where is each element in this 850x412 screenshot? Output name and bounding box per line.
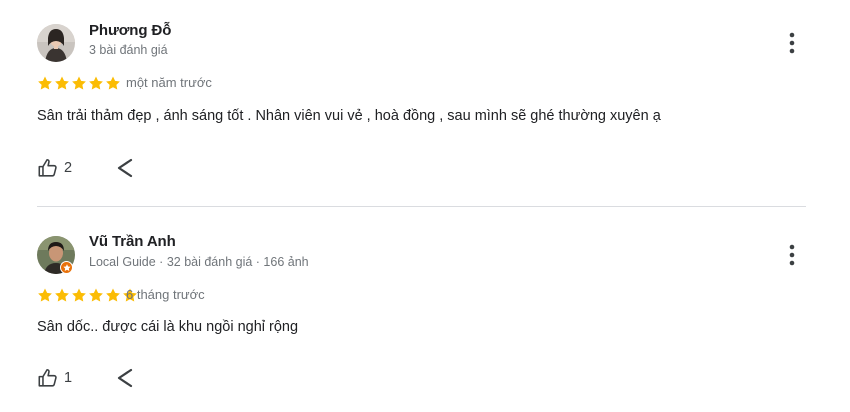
star-icon [72, 76, 86, 90]
star-icon [89, 288, 103, 302]
share-icon [117, 158, 133, 178]
review-card: Phương Đỗ 3 bài đánh giá một năm trước S… [0, 0, 850, 206]
like-count: 1 [64, 370, 73, 386]
star-icon [55, 288, 69, 302]
like-button[interactable]: 1 [37, 367, 72, 389]
like-count: 2 [64, 160, 73, 176]
local-guide-badge-icon [60, 261, 73, 274]
review-text: Sân dốc.. được cái là khu ngồi nghỉ rộng [37, 319, 299, 335]
review-card: Vũ Trần Anh Local Guide · 32 bài đánh gi… [0, 207, 850, 412]
star-icon [89, 76, 103, 90]
more-options-button[interactable] [782, 30, 802, 56]
thumb-up-icon [38, 368, 57, 387]
reviewer-meta: 3 bài đánh giá [89, 43, 168, 57]
share-icon [117, 368, 133, 388]
like-button[interactable]: 2 [37, 157, 72, 179]
star-rating [37, 76, 121, 90]
star-rating [37, 288, 138, 302]
star-icon [38, 76, 52, 90]
more-vert-icon [789, 32, 795, 54]
thumb-up-icon [38, 158, 57, 177]
more-options-button[interactable] [782, 242, 802, 268]
reviewer-name[interactable]: Vũ Trần Anh [89, 233, 176, 250]
star-icon [106, 288, 120, 302]
review-time: 6 tháng trước [126, 287, 205, 302]
reviewer-avatar[interactable] [37, 24, 75, 62]
star-icon [106, 76, 120, 90]
star-icon [38, 288, 52, 302]
review-text: Sân trải thảm đẹp , ánh sáng tốt . Nhân … [37, 108, 661, 124]
share-button[interactable] [114, 157, 136, 179]
review-time: một năm trước [126, 75, 212, 90]
more-vert-icon [789, 244, 795, 266]
share-button[interactable] [114, 367, 136, 389]
reviewer-name[interactable]: Phương Đỗ [89, 22, 171, 39]
star-icon [72, 288, 86, 302]
star-icon [55, 76, 69, 90]
reviewer-meta: Local Guide · 32 bài đánh giá · 166 ảnh [89, 255, 309, 269]
